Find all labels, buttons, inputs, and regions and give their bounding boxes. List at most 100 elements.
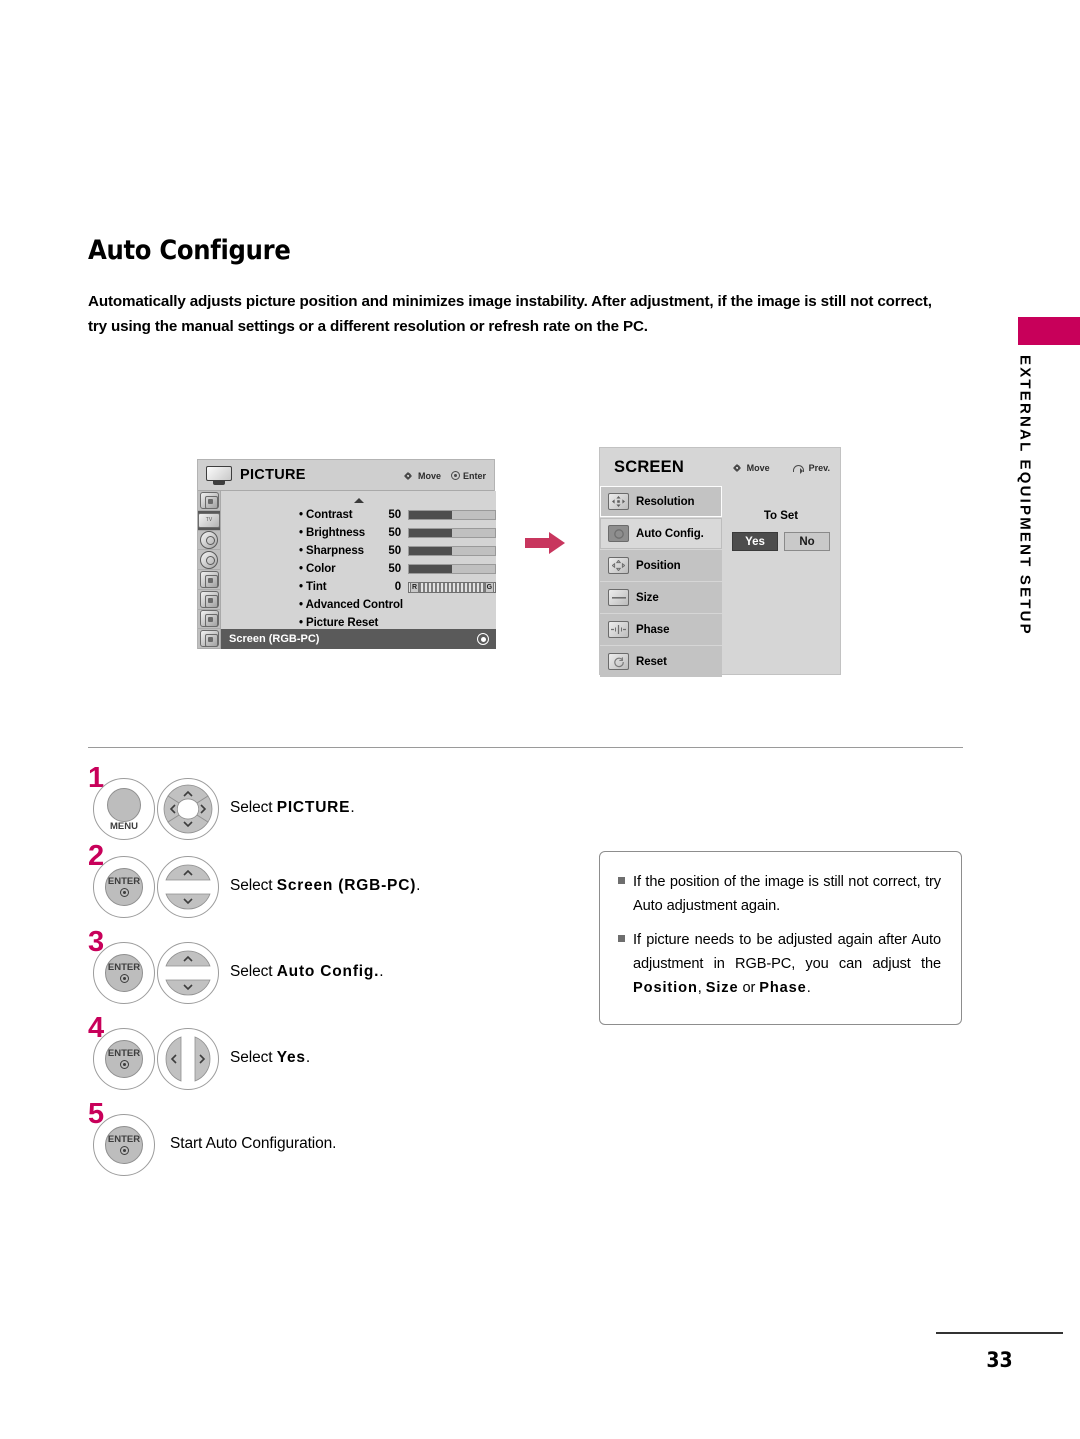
picture-item-slider[interactable] [408, 528, 496, 538]
tint-right-mark: G [484, 581, 494, 593]
enter-button[interactable]: ENTER [93, 856, 155, 918]
step-text-prefix: Start Auto Configuration. [170, 1135, 337, 1152]
screen-osd-hints: Move Prev. [731, 461, 830, 474]
picture-osd-body: TV • Contrast 50 • Brightness 50 • Sharp… [198, 491, 496, 649]
enter-dot-icon [119, 974, 129, 983]
picture-item-label: • Picture Reset [299, 617, 379, 629]
prev-return-icon [792, 463, 806, 474]
section-divider [88, 747, 963, 748]
picture-item-tint-slider[interactable]: R G [408, 581, 496, 593]
step-text-prefix: Select [230, 877, 277, 894]
leftright-rocker[interactable] [157, 1028, 219, 1090]
note-seg: . [806, 980, 811, 996]
enter-button[interactable]: ENTER [93, 1114, 155, 1176]
screen-osd-body: Resolution Auto Config. Position Size Ph… [600, 486, 840, 677]
picture-item-value: 50 [388, 527, 401, 539]
screen-item-phase[interactable]: Phase [600, 614, 722, 645]
screen-osd-header: SCREEN Move Prev. [600, 448, 840, 486]
sidebar-icon-lock-icon[interactable] [198, 570, 220, 590]
screen-item-reset[interactable]: Reset [600, 646, 722, 677]
enter-button[interactable]: ENTER [93, 942, 155, 1004]
updown-rocker[interactable] [157, 856, 219, 918]
picture-item-value: 50 [388, 509, 401, 521]
scroll-up-icon[interactable] [353, 493, 364, 503]
sidebar-icon-time-clock-icon[interactable] [198, 530, 220, 551]
yes-no-group: Yes No [722, 532, 840, 551]
section-tab-marker [1018, 317, 1080, 345]
picture-item-slider[interactable] [408, 510, 496, 520]
sidebar-icon-my-media-icon[interactable] [198, 629, 220, 649]
screen-osd-panel: SCREEN Move Prev. Resolution Auto Config… [599, 447, 841, 677]
sidebar-icon-audio-disc-icon[interactable] [198, 491, 220, 511]
enter-button-label: ENTER [107, 876, 141, 887]
yes-button[interactable]: Yes [732, 532, 778, 551]
menu-button[interactable]: MENU [93, 778, 155, 840]
step-text-prefix: Select [230, 799, 277, 816]
page-number: 33 [986, 1348, 1013, 1372]
step-1-text: Select PICTURE. [230, 799, 355, 817]
tv-icon [206, 465, 232, 485]
picture-item-brightness[interactable]: • Brightness 50 [221, 524, 496, 542]
nav-pad-icon [402, 469, 415, 482]
dpad-4way[interactable] [157, 778, 219, 840]
note-text-1: If the position of the image is still no… [633, 874, 941, 914]
step-4-text: Select Yes. [230, 1049, 310, 1067]
screen-item-label: Resolution [636, 495, 695, 508]
resolution-icon [608, 493, 629, 510]
screen-item-resolution[interactable]: Resolution [600, 486, 722, 517]
picture-item-contrast[interactable]: • Contrast 50 [221, 506, 496, 524]
picture-item-label: • Color [299, 563, 336, 575]
screen-item-label: Position [636, 559, 681, 572]
to-set-label: To Set [763, 510, 799, 522]
nav-pad-icon [731, 461, 744, 474]
picture-item-label: • Advanced Control [299, 599, 404, 611]
hint-move-label: Move [417, 470, 441, 481]
sidebar-icon-input-arrows-icon[interactable] [198, 610, 220, 630]
step-2-text: Select Screen (RGB-PC). [230, 877, 420, 895]
reset-icon [608, 653, 629, 670]
picture-item-color[interactable]: • Color 50 [221, 560, 496, 578]
screen-item-auto-config[interactable]: Auto Config. [600, 518, 722, 549]
enter-button-label: ENTER [107, 1048, 141, 1059]
phase-icon [608, 621, 629, 638]
intro-paragraph: Automatically adjusts picture position a… [88, 293, 932, 335]
sidebar-icon-setup-dial-icon[interactable] [198, 550, 220, 570]
picture-item-slider[interactable] [408, 546, 496, 556]
enter-icon [450, 471, 460, 480]
picture-osd-header: PICTURE Move Enter [198, 460, 494, 491]
step-text-bold: PICTURE [276, 799, 351, 816]
note-box: If the position of the image is still no… [599, 851, 962, 1025]
hint-prev: Prev. [792, 463, 830, 474]
note-seg-bold: Position [633, 980, 698, 996]
hint-move-label: Move [746, 462, 770, 473]
screen-osd-menu: Resolution Auto Config. Position Size Ph… [600, 486, 722, 677]
screen-rgb-pc-label: Screen (RGB-PC) [229, 633, 320, 645]
no-button[interactable]: No [784, 532, 830, 551]
note-seg: If picture needs to be adjusted again af… [633, 932, 941, 972]
enter-button[interactable]: ENTER [93, 1028, 155, 1090]
updown-rocker[interactable] [157, 942, 219, 1004]
enter-icon [477, 633, 489, 645]
note-seg: or [738, 980, 760, 996]
picture-item-value: 50 [388, 545, 401, 557]
picture-item-screen-rgb-pc[interactable]: Screen (RGB-PC) [221, 629, 496, 649]
picture-item-slider[interactable] [408, 564, 496, 574]
picture-item-value: 50 [388, 563, 401, 575]
note-seg: , [697, 980, 706, 996]
step-text-suffix: . [350, 799, 355, 816]
tint-left-mark: R [410, 581, 419, 593]
hint-enter: Enter [450, 471, 486, 481]
screen-item-position[interactable]: Position [600, 550, 722, 581]
sidebar-icon-usb-icon[interactable] [198, 590, 220, 610]
picture-item-tint[interactable]: • Tint 0 R G [221, 578, 496, 596]
picture-item-sharpness[interactable]: • Sharpness 50 [221, 542, 496, 560]
screen-item-size[interactable]: Size [600, 582, 722, 613]
picture-item-label: • Brightness [299, 527, 366, 539]
enter-button-label: ENTER [107, 1134, 141, 1145]
note-item-2: If picture needs to be adjusted again af… [618, 928, 941, 1000]
menu-button-label: MENU [110, 821, 138, 832]
picture-item-advanced-control[interactable]: • Advanced Control [221, 596, 496, 614]
sidebar-icon-picture-tv-icon[interactable]: TV [198, 510, 220, 531]
section-tab-label: EXTERNAL EQUIPMENT SETUP [1005, 355, 1045, 695]
picture-item-value: 0 [394, 581, 401, 593]
